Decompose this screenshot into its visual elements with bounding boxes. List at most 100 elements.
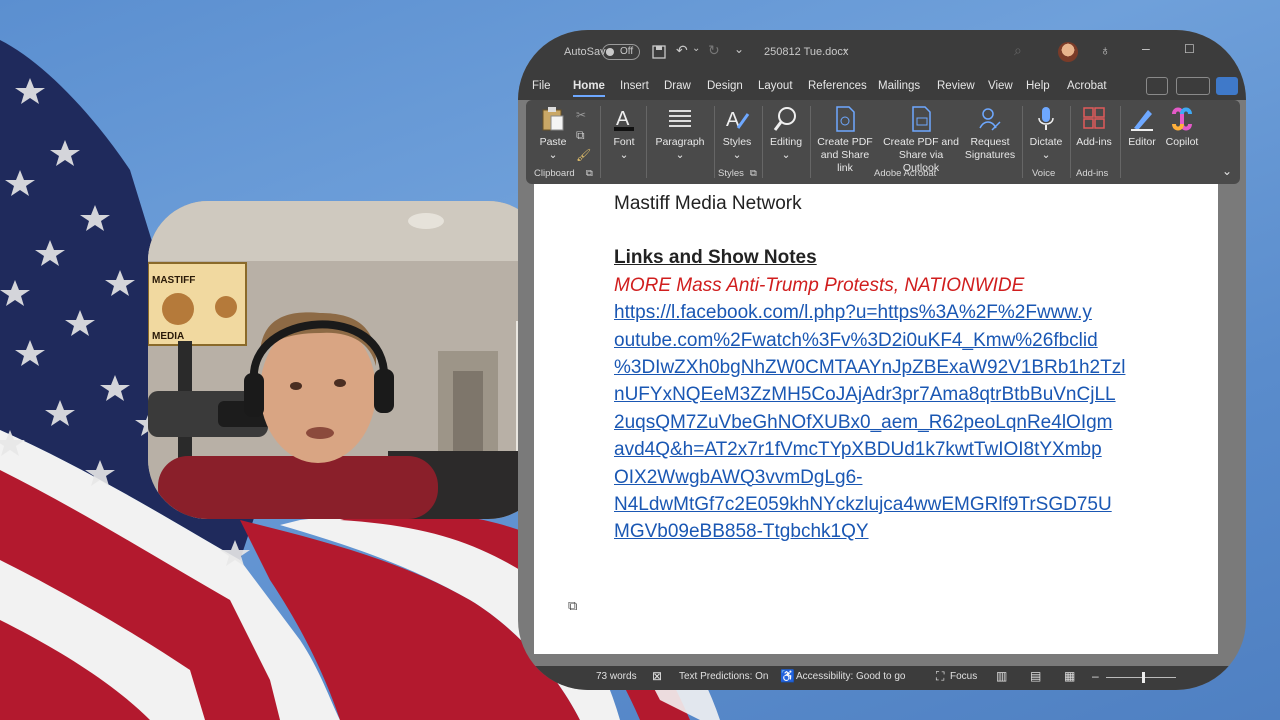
link-line[interactable]: nUFYxNQEeM3ZzMH5CoJAjAdr3pr7Ama8qtrBtbBu… <box>614 381 1154 408</box>
collapse-ribbon-icon[interactable]: ⌄ <box>1222 164 1232 178</box>
maximize-icon[interactable]: ☐ <box>1184 42 1195 56</box>
separator <box>600 106 601 178</box>
quick-access-menu-icon[interactable]: ⌄ <box>734 42 744 56</box>
tab-draw[interactable]: Draw <box>664 80 691 92</box>
cut-icon[interactable]: ✂ <box>576 108 586 122</box>
print-layout-icon[interactable]: ▤ <box>1030 669 1041 683</box>
search-icon[interactable]: ⌕ <box>1014 42 1022 59</box>
tab-acrobat[interactable]: Acrobat <box>1067 80 1107 92</box>
group-label-clipboard: Clipboard <box>534 168 575 179</box>
chevron-down-icon: ⌄ <box>732 149 742 161</box>
accessibility-status[interactable]: Accessibility: Good to go <box>796 671 906 682</box>
font-button[interactable]: A Font ⌄ <box>606 106 642 162</box>
request-signatures-button[interactable]: Request Signatures <box>962 106 1018 162</box>
autosave-state: Off <box>620 46 634 57</box>
share-button[interactable] <box>1216 77 1238 95</box>
link-line[interactable]: MGVb09eBB858-Ttgbchk1QY <box>614 518 1154 545</box>
word-count[interactable]: 73 words <box>596 671 637 682</box>
filename-dropdown-icon[interactable]: ⌄ <box>842 43 850 54</box>
editor-button[interactable]: Editor <box>1124 106 1160 149</box>
tab-file[interactable]: File <box>532 80 551 92</box>
chevron-down-icon: ⌄ <box>548 149 558 161</box>
minimize-icon[interactable]: – <box>1142 40 1150 56</box>
toggle-knob <box>606 48 614 56</box>
zoom-slider[interactable] <box>1106 677 1176 678</box>
link-line[interactable]: 2uqsQM7ZuVbeGhNOfXUBx0_aem_R62peoLqnRe4l… <box>614 409 1154 436</box>
font-icon: A <box>614 108 634 131</box>
zoom-slider-thumb[interactable] <box>1142 672 1145 683</box>
undo-dropdown-icon[interactable]: ⌄ <box>692 43 700 54</box>
tab-layout[interactable]: Layout <box>758 80 793 92</box>
chevron-down-icon: ⌄ <box>1041 149 1051 161</box>
link-line[interactable]: N4LdwMtGf7c2E059khNYckzlujca4wwEMGRlf9Tr… <box>614 491 1154 518</box>
document-page[interactable]: Mastiff Media Network Links and Show Not… <box>534 184 1218 654</box>
microphone-icon <box>1038 107 1054 130</box>
link-line[interactable]: OIX2WwgbAWQ3vvmDgLg6- <box>614 464 1154 491</box>
tab-mailings[interactable]: Mailings <box>878 80 920 92</box>
copilot-button[interactable]: Copilot <box>1162 106 1202 149</box>
copy-icon[interactable]: ⧉ <box>576 128 585 143</box>
tab-view[interactable]: View <box>988 80 1013 92</box>
link-line[interactable]: avd4Q&h=AT2x7r1fVmcTYpXBDUd1k7kwtTwIOI8t… <box>614 436 1154 463</box>
styles-icon: A <box>726 109 750 131</box>
add-ins-button[interactable]: Add-ins <box>1072 106 1116 149</box>
dictate-button[interactable]: Dictate ⌄ <box>1026 106 1066 162</box>
proofing-icon[interactable]: ⊠ <box>652 669 662 683</box>
group-label-adobe-acrobat: Adobe Acrobat <box>874 168 937 179</box>
web-layout-icon[interactable]: ▦ <box>1064 669 1075 683</box>
focus-button[interactable]: Focus <box>950 671 977 682</box>
document-body[interactable]: Mastiff Media Network Links and Show Not… <box>614 190 1154 546</box>
link-line[interactable]: %3DIwZXh0bgNhZW0CMTAAYnJpZBExaW92V1BRb1h… <box>614 354 1154 381</box>
styles-button[interactable]: A Styles ⌄ <box>718 106 756 162</box>
undo-icon[interactable]: ↶ <box>676 42 688 59</box>
editing-button[interactable]: Editing ⌄ <box>766 106 806 162</box>
create-pdf-outlook-button[interactable]: Create PDF and Share via Outlook <box>880 106 962 175</box>
section-heading: Links and Show Notes <box>614 247 817 269</box>
tab-design[interactable]: Design <box>707 80 743 92</box>
headline: MORE Mass Anti-Trump Protests, NATIONWID… <box>614 274 1025 296</box>
separator <box>762 106 763 178</box>
separator <box>810 106 811 178</box>
format-painter-icon[interactable]: 🖌 <box>576 148 591 162</box>
group-label-add-ins: Add-ins <box>1076 168 1109 179</box>
editor-pen-icon <box>1131 110 1153 131</box>
tab-help[interactable]: Help <box>1026 80 1050 92</box>
paragraph-button[interactable]: Paragraph ⌄ <box>650 106 710 162</box>
separator <box>714 106 715 178</box>
read-mode-icon[interactable]: ▥ <box>996 669 1007 683</box>
zoom-out-icon[interactable]: – <box>1092 669 1099 683</box>
comments-button[interactable] <box>1146 77 1168 95</box>
focus-icon[interactable]: ⛶ <box>936 669 944 684</box>
svg-text:MEDIA: MEDIA <box>152 331 184 342</box>
tab-insert[interactable]: Insert <box>620 80 649 92</box>
paste-button[interactable]: Paste ⌄ <box>536 106 570 162</box>
status-bar: 73 words ⊠ Text Predictions: On ♿ Access… <box>518 666 1246 690</box>
dialog-launcher-icon[interactable]: ⧉ <box>750 168 757 179</box>
svg-text:MASTIFF: MASTIFF <box>152 275 195 286</box>
text-predictions-status[interactable]: Text Predictions: On <box>679 671 768 682</box>
chevron-down-icon: ⌄ <box>675 149 685 161</box>
link-line[interactable]: https://l.facebook.com/l.php?u=https%3A%… <box>614 299 1154 326</box>
dialog-launcher-icon[interactable]: ⧉ <box>586 168 593 179</box>
signature-icon <box>979 108 1001 131</box>
tab-references[interactable]: References <box>808 80 867 92</box>
document-filename[interactable]: 250812 Tue.docx <box>764 46 848 58</box>
hyperlink[interactable]: https://l.facebook.com/l.php?u=https%3A%… <box>614 299 1154 546</box>
group-label-voice: Voice <box>1032 168 1056 179</box>
webcam-feed: MASTIFF MEDIA <box>148 201 548 519</box>
avatar[interactable] <box>1058 42 1078 62</box>
lightbulb-icon[interactable]: ♁ <box>1100 42 1111 58</box>
tab-review[interactable]: Review <box>937 80 975 92</box>
tab-home[interactable]: Home <box>573 80 605 97</box>
editing-mode-button[interactable] <box>1176 77 1210 95</box>
accessibility-icon[interactable]: ♿ <box>780 669 795 683</box>
copilot-margin-icon[interactable]: ⧉ <box>568 598 577 614</box>
paragraph-icon <box>669 110 691 127</box>
autosave-toggle[interactable]: Off <box>602 44 640 60</box>
save-icon[interactable] <box>652 45 666 59</box>
pdf-outlook-icon <box>912 106 931 132</box>
ribbon-tabs: File Home Insert Draw Design Layout Refe… <box>518 74 1246 100</box>
create-pdf-share-link-button[interactable]: Create PDF and Share link <box>812 106 878 175</box>
link-line[interactable]: outube.com%2Fwatch%3Fv%3D2i0uKF4_Kmw%26f… <box>614 327 1154 354</box>
chevron-down-icon: ⌄ <box>619 149 629 161</box>
